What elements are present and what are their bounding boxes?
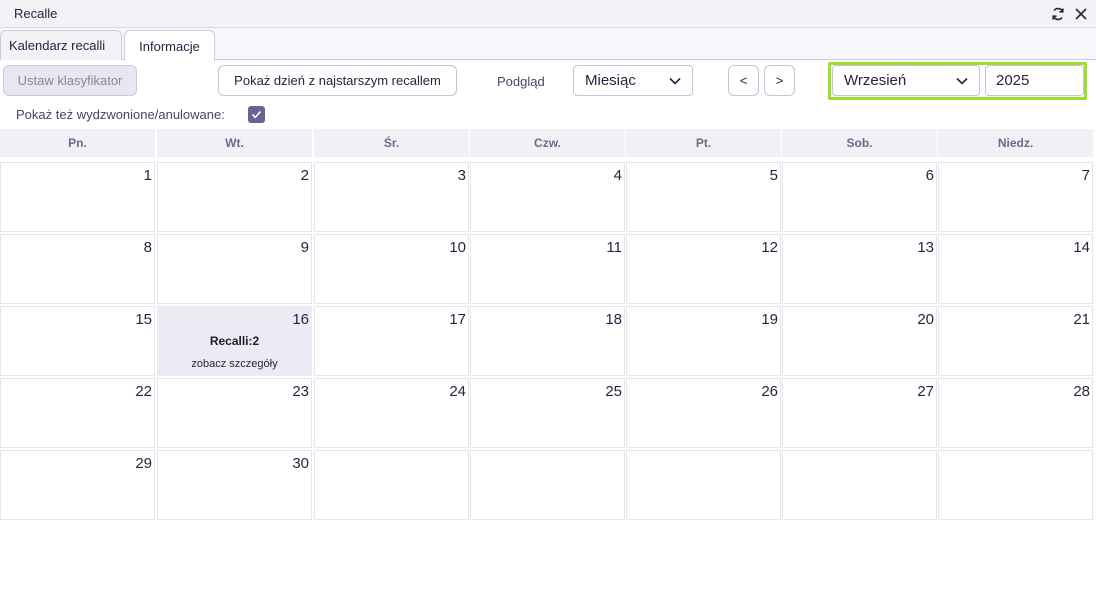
view-select-value: Miesiąc xyxy=(585,72,636,89)
day-number: 19 xyxy=(761,311,778,328)
calendar-day-cell[interactable]: 27 xyxy=(782,378,937,448)
window-title: Recalle xyxy=(14,6,58,21)
tab-information[interactable]: Informacje xyxy=(124,30,215,61)
weekday-header: Śr. xyxy=(314,129,469,157)
calendar-day-cell[interactable] xyxy=(470,450,625,520)
tab-recall-calendar[interactable]: Kalendarz recalli xyxy=(0,30,122,60)
calendar-day-cell[interactable]: 24 xyxy=(314,378,469,448)
calendar-day-cell[interactable]: 8 xyxy=(0,234,155,304)
calendar-day-cell[interactable]: 26 xyxy=(626,378,781,448)
calendar-day-cell[interactable] xyxy=(626,450,781,520)
chevron-down-icon xyxy=(669,77,681,85)
checkmark-icon xyxy=(251,110,262,119)
calendar-day-cell[interactable]: 5 xyxy=(626,162,781,232)
day-number: 20 xyxy=(917,311,934,328)
day-number: 15 xyxy=(135,311,152,328)
day-number: 8 xyxy=(143,239,152,256)
view-label: Podgląd xyxy=(497,74,545,89)
calendar-day-cell[interactable] xyxy=(938,450,1093,520)
year-input[interactable]: 2025 xyxy=(985,65,1084,96)
day-number: 13 xyxy=(917,239,934,256)
day-number: 4 xyxy=(613,167,622,184)
month-select[interactable]: Wrzesień xyxy=(832,65,980,96)
day-number: 24 xyxy=(449,383,466,400)
day-number: 21 xyxy=(1073,311,1090,328)
calendar-day-cell[interactable]: 6 xyxy=(782,162,937,232)
show-oldest-recall-day-button[interactable]: Pokaż dzień z najstarszym recallem xyxy=(218,65,457,96)
day-number: 12 xyxy=(761,239,778,256)
weekday-header: Sob. xyxy=(782,129,937,157)
day-number: 14 xyxy=(1073,239,1090,256)
day-number: 9 xyxy=(300,239,309,256)
day-number: 23 xyxy=(292,383,309,400)
month-select-value: Wrzesień xyxy=(844,72,907,89)
chevron-down-icon xyxy=(956,77,968,85)
weekday-header: Pt. xyxy=(626,129,781,157)
calendar-day-cell[interactable] xyxy=(314,450,469,520)
calendar-day-cell[interactable]: 28 xyxy=(938,378,1093,448)
calendar-day-cell[interactable]: 23 xyxy=(157,378,312,448)
day-number: 5 xyxy=(769,167,778,184)
day-number: 1 xyxy=(143,167,152,184)
show-cancelled-checkbox[interactable] xyxy=(248,106,265,123)
prev-month-button[interactable]: < xyxy=(728,65,759,96)
calendar-day-cell[interactable]: 11 xyxy=(470,234,625,304)
calendar-day-cell[interactable]: 21 xyxy=(938,306,1093,376)
calendar-day-cell[interactable]: 15 xyxy=(0,306,155,376)
recall-details-link[interactable]: zobacz szczegóły xyxy=(158,358,311,370)
set-classifier-button[interactable]: Ustaw klasyfikator xyxy=(3,65,137,96)
calendar-day-cell[interactable]: 9 xyxy=(157,234,312,304)
day-number: 2 xyxy=(300,167,309,184)
tab-bar: Kalendarz recalli Informacje xyxy=(0,28,1096,61)
calendar-day-cell[interactable]: 14 xyxy=(938,234,1093,304)
calendar-day-cell[interactable] xyxy=(782,450,937,520)
calendar-day-cell[interactable]: 12 xyxy=(626,234,781,304)
day-number: 3 xyxy=(457,167,466,184)
day-number: 16 xyxy=(292,311,309,328)
day-number: 22 xyxy=(135,383,152,400)
day-number: 28 xyxy=(1073,383,1090,400)
calendar-day-cell[interactable]: 17 xyxy=(314,306,469,376)
refresh-icon[interactable] xyxy=(1048,4,1068,24)
calendar-day-cell[interactable]: 2 xyxy=(157,162,312,232)
calendar-day-cell[interactable]: 18 xyxy=(470,306,625,376)
show-cancelled-label: Pokaż też wydzwonione/anulowane: xyxy=(16,107,225,122)
day-number: 30 xyxy=(292,455,309,472)
close-icon[interactable] xyxy=(1071,4,1091,24)
next-month-button[interactable]: > xyxy=(764,65,795,96)
calendar-day-cell[interactable]: 20 xyxy=(782,306,937,376)
calendar-day-cell[interactable]: 1 xyxy=(0,162,155,232)
window-titlebar: Recalle xyxy=(0,0,1096,28)
day-number: 29 xyxy=(135,455,152,472)
calendar-day-cell[interactable]: 29 xyxy=(0,450,155,520)
calendar-day-cell[interactable]: 13 xyxy=(782,234,937,304)
calendar-day-cell-recall[interactable]: 16 Recalli:2 zobacz szczegóły xyxy=(157,306,312,376)
day-number: 11 xyxy=(606,239,622,256)
calendar-day-cell[interactable]: 10 xyxy=(314,234,469,304)
calendar-day-cell[interactable]: 22 xyxy=(0,378,155,448)
weekday-header: Czw. xyxy=(470,129,625,157)
day-number: 18 xyxy=(605,311,622,328)
day-number: 17 xyxy=(449,311,466,328)
day-number: 6 xyxy=(925,167,934,184)
view-select[interactable]: Miesiąc xyxy=(573,65,693,96)
calendar-day-cell[interactable]: 19 xyxy=(626,306,781,376)
day-number: 7 xyxy=(1081,167,1090,184)
day-number: 27 xyxy=(917,383,934,400)
calendar-day-cell[interactable]: 3 xyxy=(314,162,469,232)
recall-count: Recalli:2 xyxy=(209,334,260,348)
day-number: 25 xyxy=(605,383,622,400)
weekday-header: Niedz. xyxy=(938,129,1093,157)
day-number: 10 xyxy=(449,239,466,256)
weekday-header: Pn. xyxy=(0,129,155,157)
weekday-header: Wt. xyxy=(157,129,312,157)
calendar-day-cell[interactable]: 25 xyxy=(470,378,625,448)
day-number: 26 xyxy=(761,383,778,400)
calendar-day-cell[interactable]: 7 xyxy=(938,162,1093,232)
calendar-day-cell[interactable]: 4 xyxy=(470,162,625,232)
calendar-day-cell[interactable]: 30 xyxy=(157,450,312,520)
